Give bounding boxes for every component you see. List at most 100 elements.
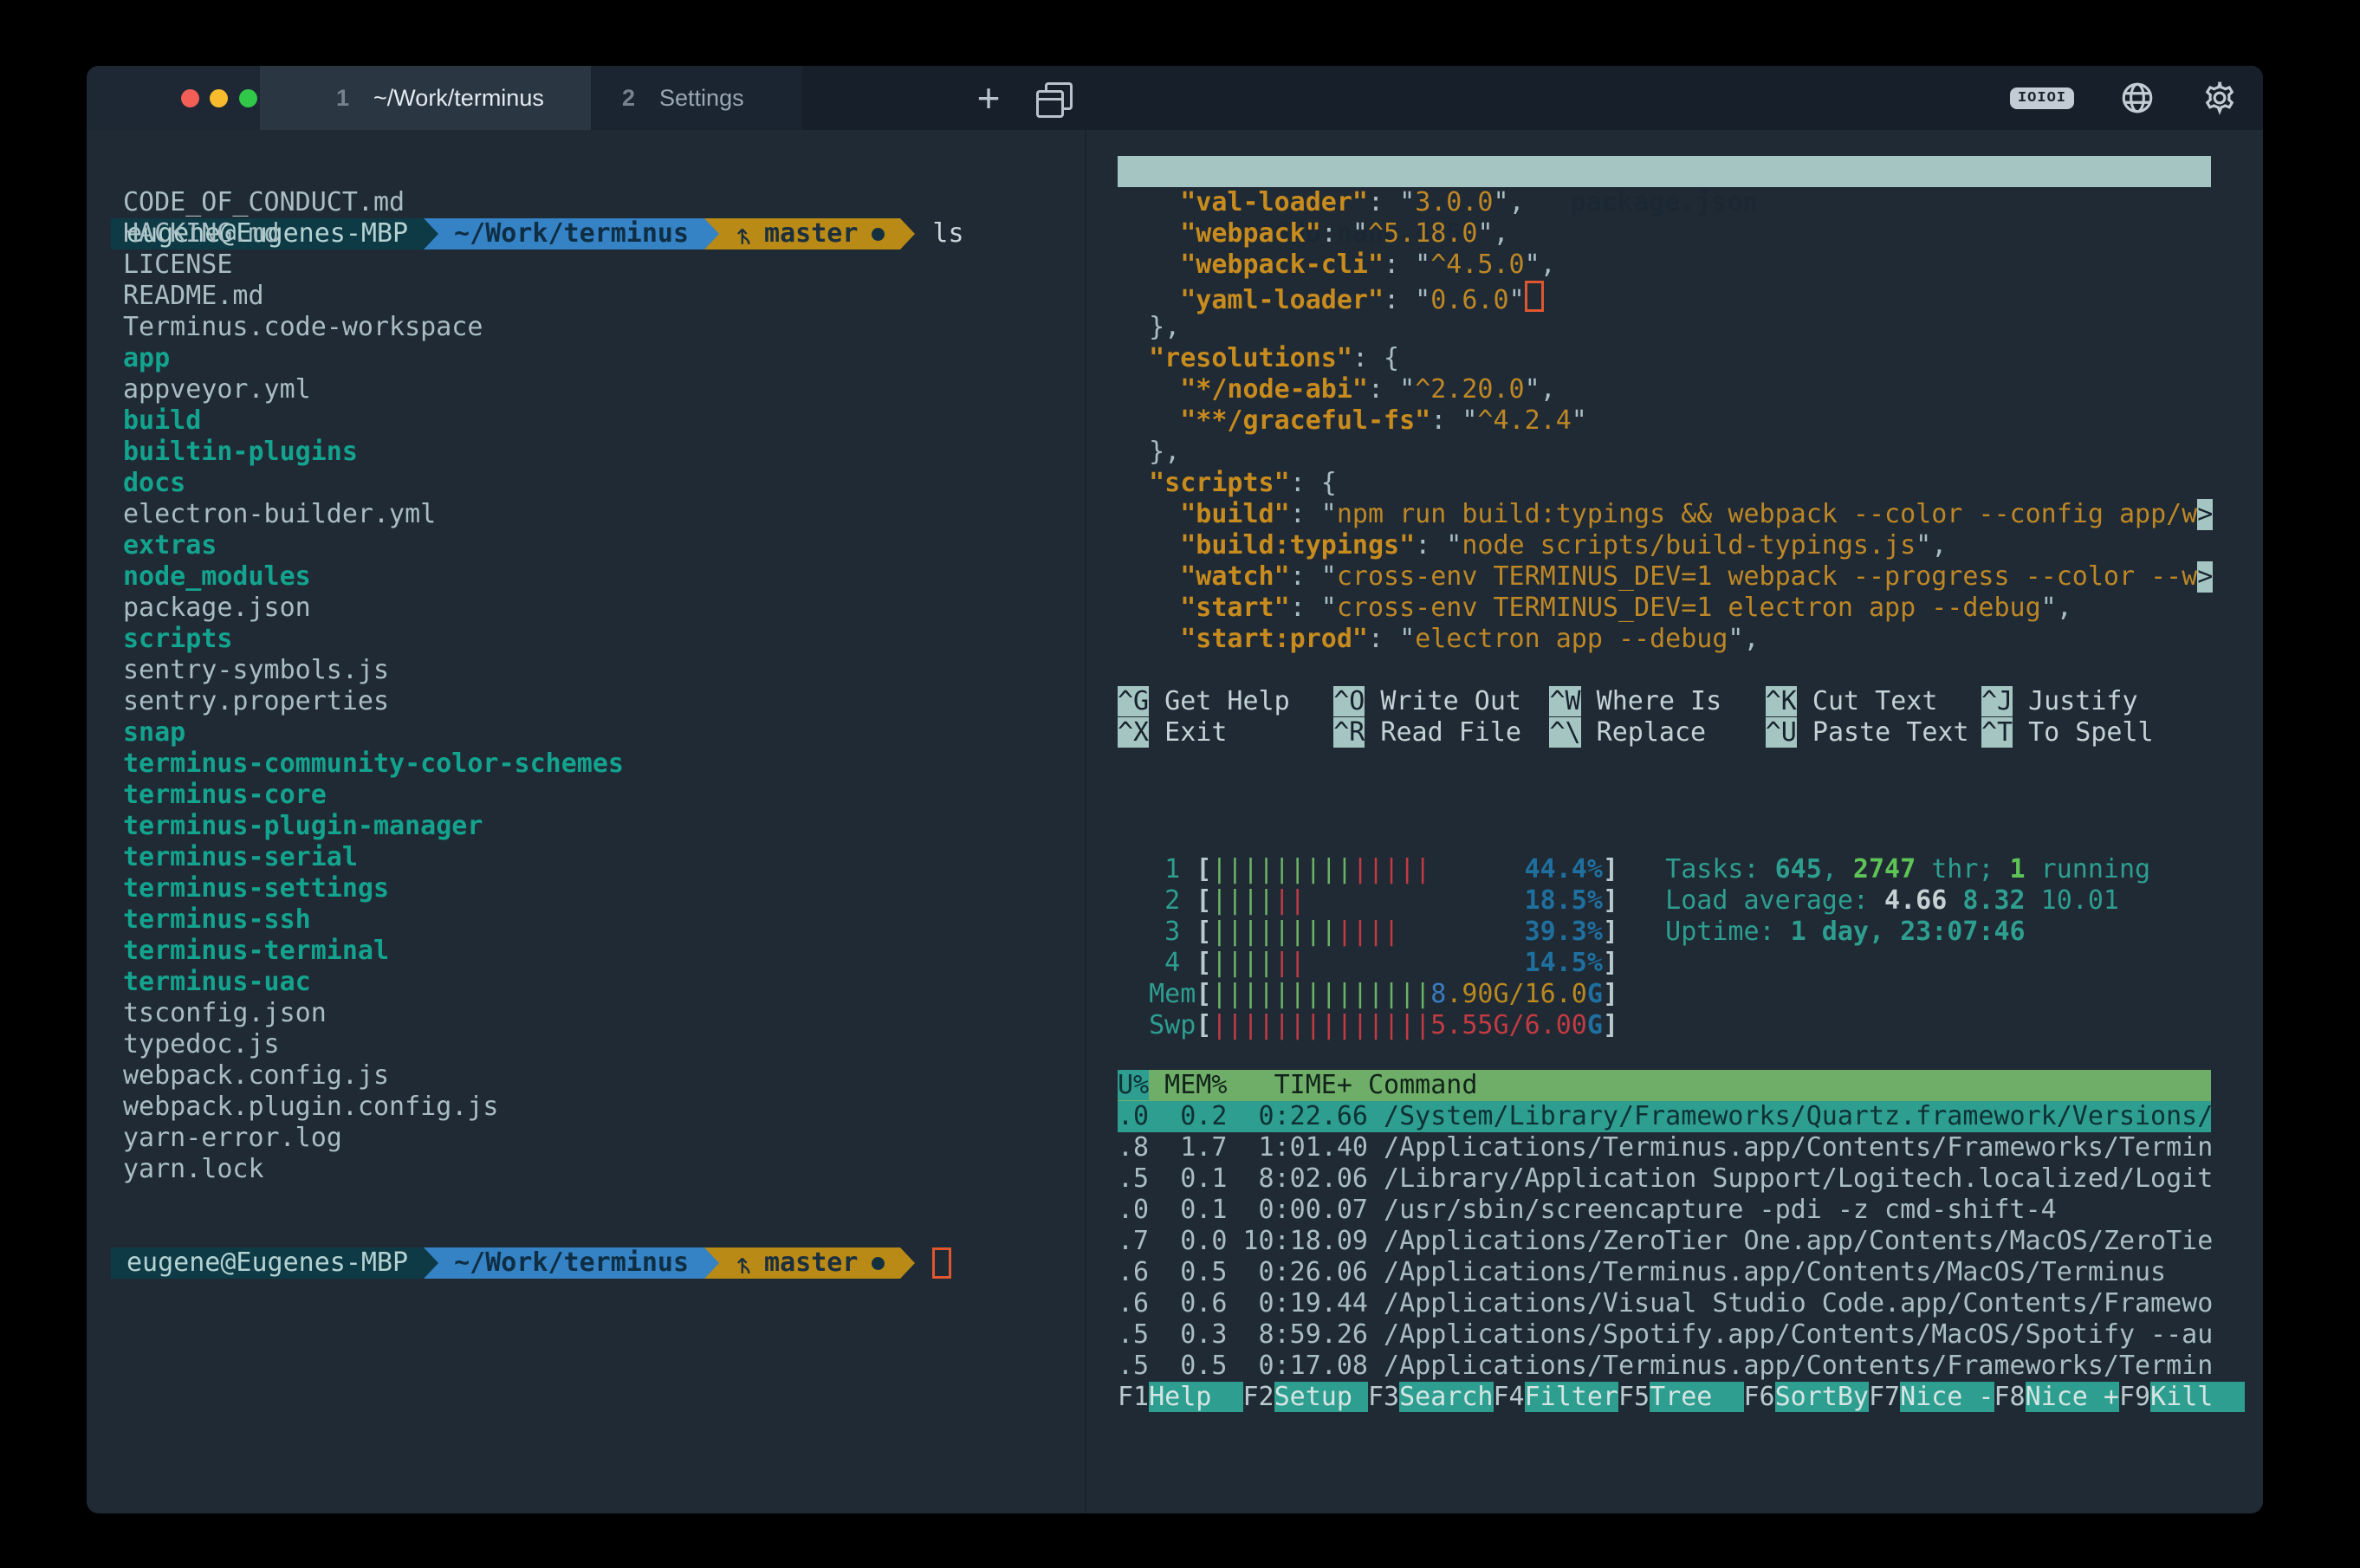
tab-work-terminus[interactable]: 1 ~/Work/terminus	[260, 66, 591, 130]
fkey-action[interactable]: Nice -	[1900, 1382, 1994, 1412]
htop-summary-line: Tasks: 645, 2747 thr; 1 running	[1665, 854, 2150, 885]
file-entry: yarn.lock	[123, 1154, 1076, 1185]
process-row[interactable]: .0 0.1 0:00.07 /usr/sbin/screencapture -…	[1118, 1195, 2213, 1226]
gear-icon[interactable]	[2201, 79, 2239, 117]
shortcut-label: Read File	[1365, 717, 1521, 748]
nano-line: "*/node-abi": "^2.20.0",	[1118, 374, 2227, 405]
file-entry: LICENSE	[123, 249, 1076, 281]
htop-summary-line: Uptime: 1 day, 23:07:46	[1665, 917, 2150, 948]
fkey-label: F9	[2119, 1382, 2150, 1412]
nano-shortcut-row: ^G Get Help^O Write Out^W Where Is^K Cut…	[1118, 686, 2227, 717]
prompt-user: eugene@Eugenes-MBP	[111, 1247, 424, 1279]
minimize-button[interactable]	[210, 89, 228, 107]
directory-entry: snap	[123, 717, 1076, 748]
tab-number: 1	[336, 85, 349, 112]
window-copy-icon	[1036, 90, 1064, 118]
htop-process-table[interactable]: U% MEM% TIME+ Command.0 0.2 0:22.66 /Sys…	[1118, 1070, 2213, 1382]
process-row[interactable]: .0 0.2 0:22.66 /System/Library/Framework…	[1118, 1101, 2211, 1132]
shortcut-key: ^\	[1549, 717, 1580, 748]
ls-output: CODE_OF_CONDUCT.mdHACKING.mdLICENSEREADM…	[123, 187, 1076, 1185]
toolbar-icons: IOIOI	[2010, 66, 2239, 130]
fkey-action[interactable]: Search	[1399, 1382, 1493, 1412]
fkey-action[interactable]: Setup	[1274, 1382, 1368, 1412]
tab-settings[interactable]: 2 Settings	[591, 66, 802, 130]
fkey-action[interactable]: Kill	[2150, 1382, 2244, 1412]
zoom-button[interactable]	[239, 89, 257, 107]
shell-pane[interactable]: eugene@Eugenes-MBP ~/Work/terminus maste…	[123, 156, 1076, 1216]
directory-entry: extras	[123, 530, 1076, 561]
shortcut-label: Exit	[1149, 717, 1227, 748]
directory-entry: terminus-settings	[123, 873, 1076, 904]
fkey-label: F5	[1618, 1382, 1650, 1412]
shortcut-label: Justify	[2013, 686, 2138, 716]
traffic-lights	[87, 66, 260, 130]
cpu-mem-meter: 3 [|||||||||||| 39.3%]	[1118, 917, 1618, 948]
tab-title: ~/Work/terminus	[373, 85, 544, 112]
process-row[interactable]: .5 0.5 0:17.08 /Applications/Terminus.ap…	[1118, 1351, 2213, 1382]
shortcut-key: ^T	[1981, 717, 2013, 748]
pane-divider[interactable]	[1085, 130, 1086, 1513]
process-table-header[interactable]: U% MEM% TIME+ Command	[1118, 1070, 2211, 1101]
sort-column-header[interactable]: U%	[1118, 1070, 1149, 1100]
shortcut-key: ^G	[1118, 686, 1149, 716]
nano-line: "start": "cross-env TERMINUS_DEV=1 elect…	[1118, 593, 2227, 624]
file-entry: CODE_OF_CONDUCT.md	[123, 187, 1076, 218]
serial-port-icon[interactable]: IOIOI	[2010, 87, 2074, 109]
process-row[interactable]: .6 0.5 0:26.06 /Applications/Terminus.ap…	[1118, 1257, 2213, 1288]
terminal-area: eugene@Eugenes-MBP ~/Work/terminus maste…	[87, 130, 2263, 1513]
process-row[interactable]: .5 0.3 8:59.26 /Applications/Spotify.app…	[1118, 1319, 2213, 1351]
file-entry: README.md	[123, 281, 1076, 312]
fkey-action[interactable]: Filter	[1525, 1382, 1618, 1412]
shortcut-key: ^O	[1333, 686, 1365, 716]
nano-line: "webpack-cli": "^4.5.0",	[1118, 249, 2227, 281]
shell-cursor	[932, 1247, 951, 1279]
nano-shortcut: ^T To Spell	[1981, 717, 2197, 748]
shortcut-key: ^R	[1333, 717, 1365, 748]
directory-entry: terminus-serial	[123, 842, 1076, 873]
directory-entry: docs	[123, 468, 1076, 499]
htop-meters: 1 [|||||||||||||| 44.4%] 2 [|||||| 18.5%…	[1118, 854, 1618, 1041]
cpu-mem-meter: 2 [|||||| 18.5%]	[1118, 885, 1618, 917]
terminus-window: 1 ~/Work/terminus 2 Settings + IOIOI	[87, 66, 2263, 1513]
fkey-action[interactable]: SortBy	[1775, 1382, 1869, 1412]
htop-summary: Tasks: 645, 2747 thr; 1 runningLoad aver…	[1665, 854, 2150, 948]
directory-entry: terminus-plugin-manager	[123, 811, 1076, 842]
file-entry: package.json	[123, 593, 1076, 624]
fkey-label: F2	[1243, 1382, 1274, 1412]
nano-line: "**/graceful-fs": "^4.2.4"	[1118, 405, 2227, 437]
directory-entry: scripts	[123, 624, 1076, 655]
nano-line: },	[1118, 437, 2227, 468]
directory-entry: terminus-community-color-schemes	[123, 748, 1076, 780]
fkey-action[interactable]: Tree	[1650, 1382, 1743, 1412]
process-row[interactable]: .8 1.7 1:01.40 /Applications/Terminus.ap…	[1118, 1132, 2213, 1163]
prompt-cwd: ~/Work/terminus	[438, 1247, 704, 1279]
close-button[interactable]	[181, 89, 199, 107]
new-tab-button[interactable]: +	[963, 73, 1014, 123]
cpu-mem-meter: 1 [|||||||||||||| 44.4%]	[1118, 854, 1618, 885]
nano-line: "scripts": {	[1118, 468, 2227, 499]
block-cursor	[1525, 281, 1544, 312]
fkey-label: F7	[1869, 1382, 1900, 1412]
powerline-chevron	[900, 1247, 915, 1279]
nano-line: "webpack": "^5.18.0",	[1118, 218, 2227, 249]
directory-entry: terminus-ssh	[123, 904, 1076, 936]
new-window-button[interactable]	[1036, 82, 1071, 115]
nano-shortcut: ^X Exit	[1118, 717, 1333, 748]
globe-icon[interactable]	[2119, 80, 2156, 116]
nano-shortcut: ^J Justify	[1981, 686, 2197, 717]
fkey-action[interactable]: Help	[1149, 1382, 1242, 1412]
process-row[interactable]: .6 0.6 0:19.44 /Applications/Visual Stud…	[1118, 1288, 2213, 1319]
nano-shortcut: ^K Cut Text	[1766, 686, 1981, 717]
directory-entry: app	[123, 343, 1076, 374]
nano-editor[interactable]: "val-loader": "3.0.0", "webpack": "^5.18…	[1118, 187, 2227, 655]
cpu-mem-meter: Swp[||||||||||||||5.55G/6.00G]	[1118, 1010, 1618, 1041]
nano-htop-pane[interactable]: package.json GNU nano 4.5 "val-loader": …	[1118, 156, 2227, 748]
nano-line: },	[1118, 312, 2227, 343]
process-row[interactable]: .5 0.1 8:02.06 /Library/Application Supp…	[1118, 1163, 2213, 1195]
tab-title: Settings	[659, 85, 744, 112]
process-row[interactable]: .7 0.0 10:18.09 /Applications/ZeroTier O…	[1118, 1226, 2213, 1257]
file-entry: yarn-error.log	[123, 1123, 1076, 1154]
shortcut-label: To Spell	[2013, 717, 2154, 748]
directory-entry: terminus-uac	[123, 967, 1076, 998]
fkey-action[interactable]: Nice +	[2026, 1382, 2119, 1412]
